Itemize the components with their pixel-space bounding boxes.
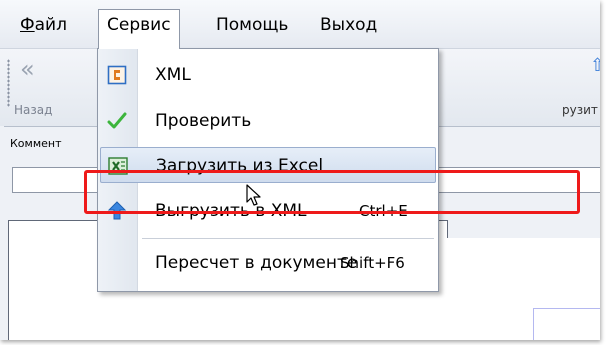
xml-icon <box>107 65 127 85</box>
double-chevron-left-icon[interactable]: « <box>20 57 35 81</box>
mouse-cursor-icon <box>246 184 261 206</box>
menu-item-check[interactable]: Проверить <box>98 103 438 139</box>
export-icon[interactable]: ⇧ <box>590 55 600 76</box>
menu-item-recalculate[interactable]: Пересчет в документе Shift+F6 <box>98 245 438 281</box>
menu-exit[interactable]: Выход <box>312 10 385 48</box>
menu-item-xml[interactable]: XML <box>98 57 438 93</box>
toolbar-grip[interactable] <box>7 59 10 107</box>
checkmark-icon <box>107 112 127 129</box>
export-button-label[interactable]: рузит <box>562 103 598 117</box>
preview-frame <box>533 308 600 340</box>
highlight-box <box>84 170 580 214</box>
menu-help[interactable]: Помощь <box>208 10 296 48</box>
menu-bar: Файл Сервис Помощь Выход <box>0 0 600 49</box>
menu-separator <box>142 238 434 239</box>
application-window: Файл Сервис Помощь Выход « Назад ⇧ рузит… <box>0 0 600 340</box>
comment-label: Коммент <box>10 137 62 150</box>
back-button-label[interactable]: Назад <box>14 103 52 117</box>
menu-file[interactable]: Файл <box>12 10 75 48</box>
menu-service[interactable]: Сервис <box>98 9 180 49</box>
